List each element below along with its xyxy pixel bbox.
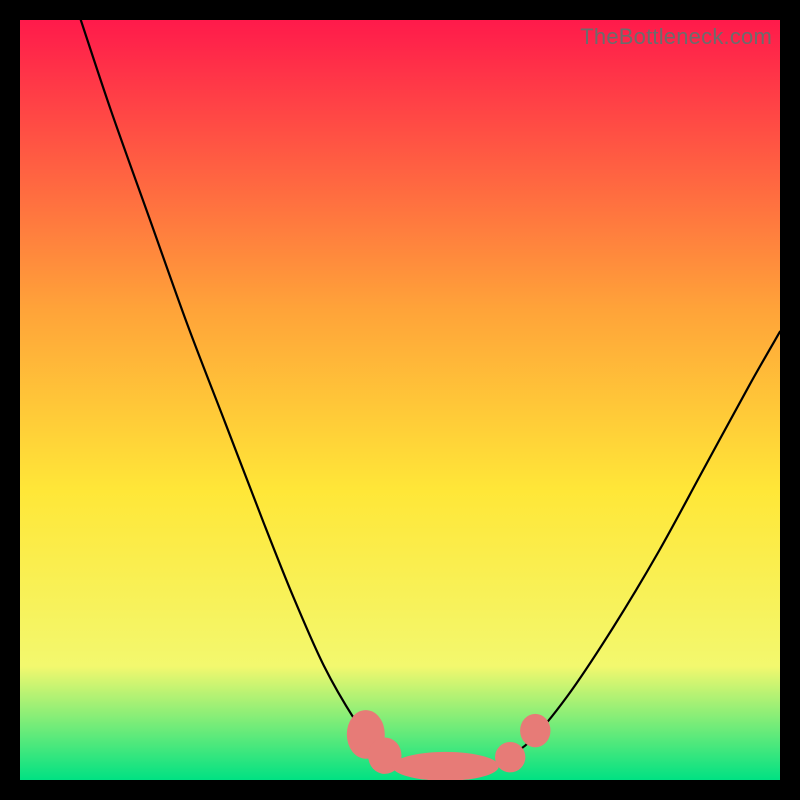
marker-dot-4: [520, 714, 550, 747]
marker-dot-3: [495, 742, 525, 772]
chart-frame: TheBottleneck.com: [20, 20, 780, 780]
bottleneck-chart: [20, 20, 780, 780]
marker-dot-2: [392, 752, 498, 780]
gradient-background: [20, 20, 780, 780]
watermark-text: TheBottleneck.com: [580, 24, 772, 50]
